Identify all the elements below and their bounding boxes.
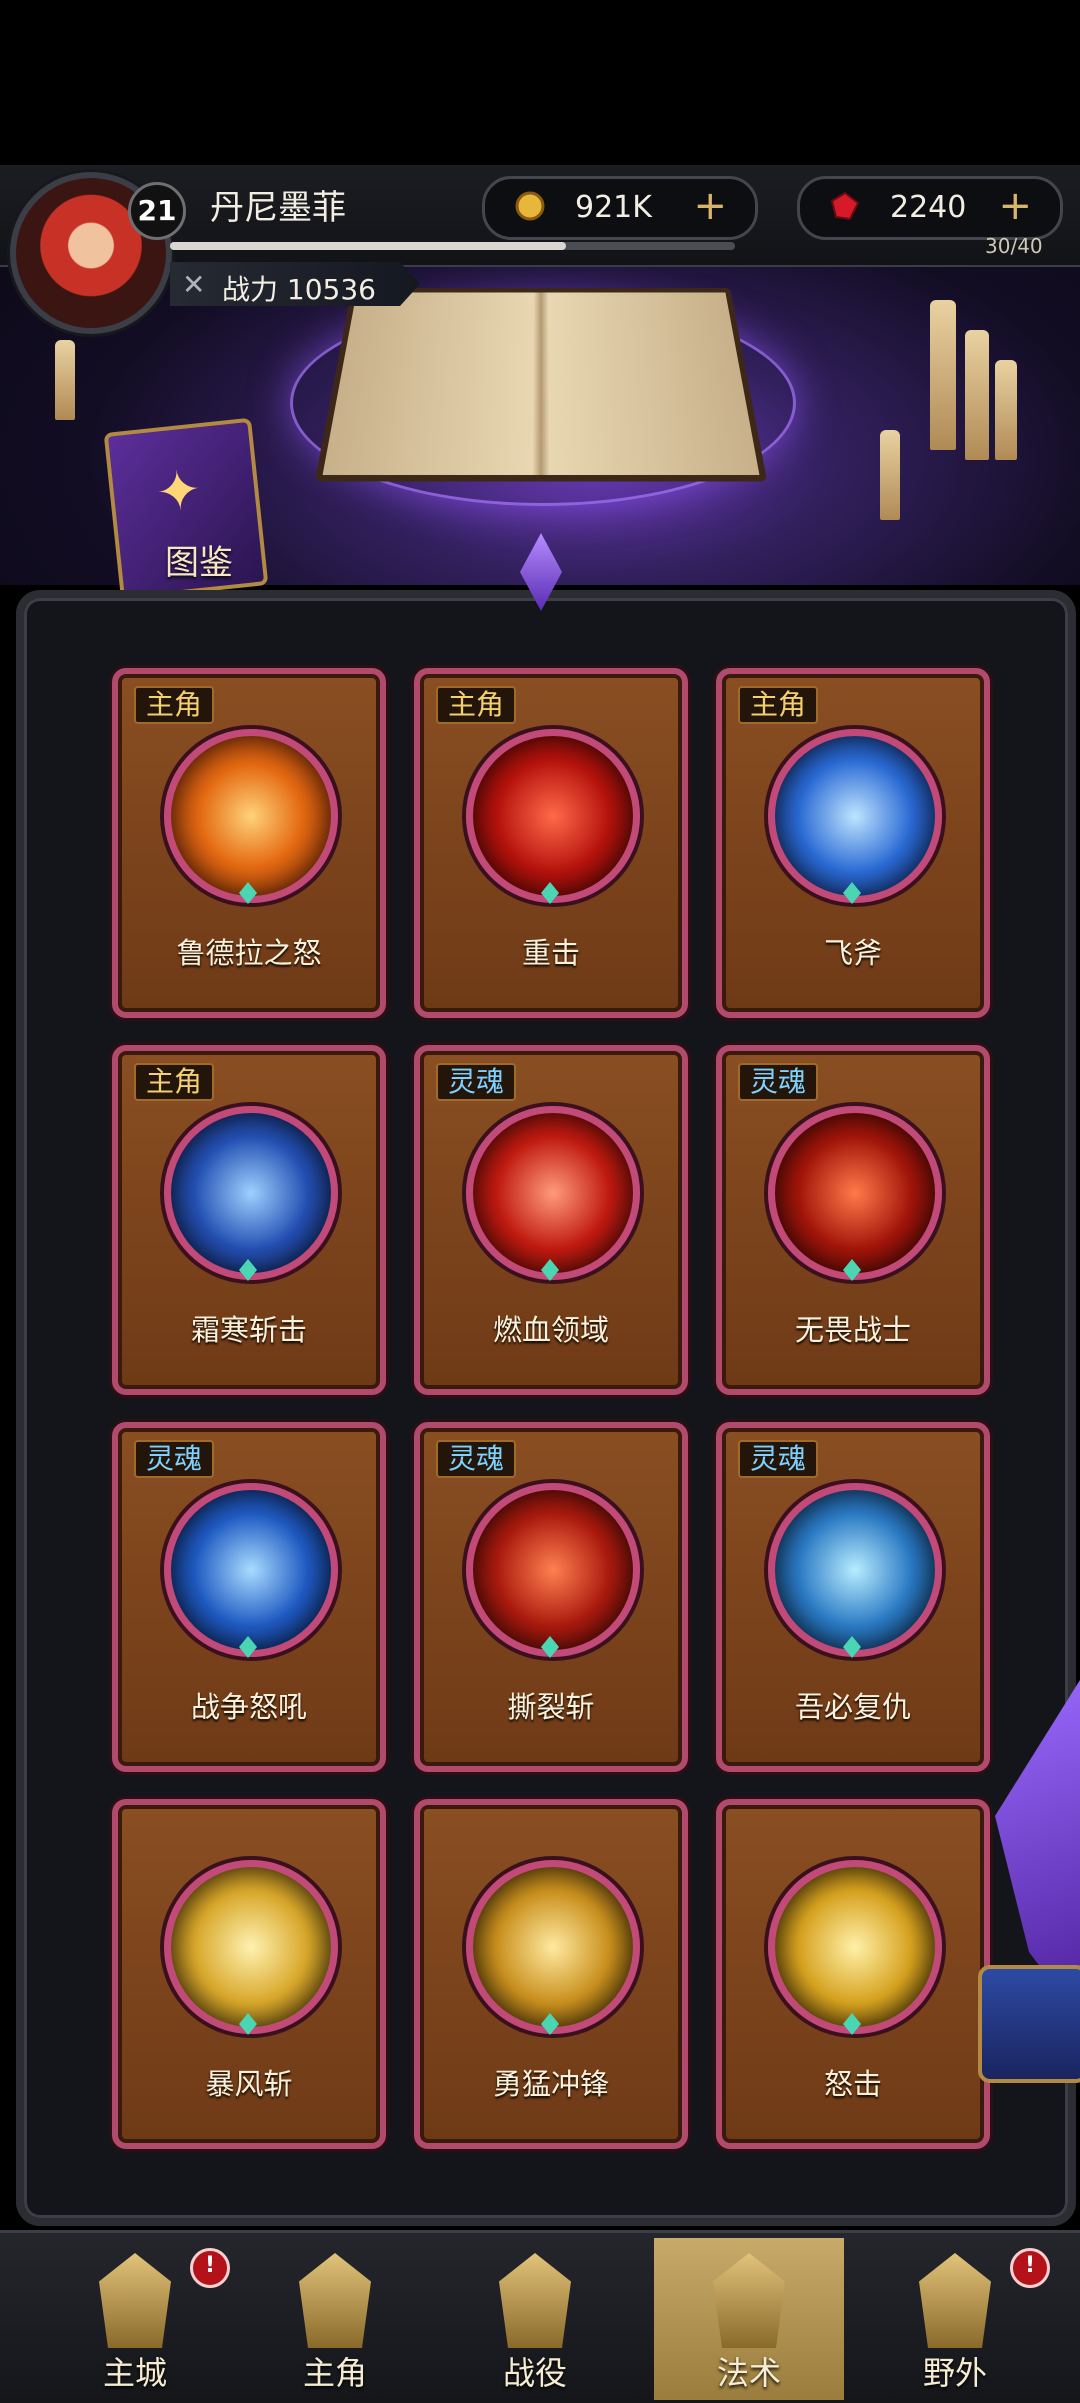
gold-value: 921K: [575, 190, 652, 225]
moon-strike-icon: [768, 1860, 942, 2034]
skill-card[interactable]: 灵魂吾必复仇: [716, 1422, 990, 1772]
charge-icon: [466, 1860, 640, 2034]
candle: [965, 330, 989, 460]
nav-label: 法术: [716, 2354, 781, 2392]
candle: [880, 430, 900, 520]
spell-icon: [713, 2253, 785, 2348]
combat-power-value: 战力 10536: [222, 273, 376, 306]
spellbook-illustration: [314, 287, 768, 482]
castle-icon: [99, 2253, 171, 2348]
player-level: 21: [128, 182, 186, 240]
skill-card[interactable]: 怒击: [716, 1799, 990, 2149]
red-gem-icon: [830, 191, 860, 221]
roar-icon: [164, 1483, 338, 1657]
combat-power: ✕ 战力 10536: [170, 262, 420, 306]
nav-item-2[interactable]: 战役: [440, 2238, 630, 2400]
notification-badge: !: [1010, 2248, 1050, 2288]
skill-card[interactable]: 暴风斩: [112, 1799, 386, 2149]
skill-name: 吾必复仇: [794, 1690, 911, 1724]
skill-type-tag: 灵魂: [436, 1440, 517, 1478]
candle: [55, 340, 75, 420]
frost-icon: [164, 1106, 338, 1280]
gem-counter: 2240 +: [797, 176, 1063, 240]
skill-card[interactable]: 主角重击: [414, 668, 688, 1018]
gem-value: 2240: [890, 190, 967, 225]
energy-counter: 30/40: [985, 234, 1043, 258]
axe-icon: [768, 729, 942, 903]
nav-item-1[interactable]: 主角: [240, 2238, 430, 2400]
skill-type-tag: 灵魂: [436, 1063, 517, 1101]
blood-fist-icon: [466, 1106, 640, 1280]
nav-label: 主角: [302, 2354, 367, 2392]
skill-name: 勇猛冲锋: [492, 2067, 609, 2101]
skill-name: 鲁德拉之怒: [176, 936, 322, 970]
skill-type-tag: 主角: [436, 686, 517, 724]
add-gem-button[interactable]: +: [998, 183, 1032, 229]
skill-name: 战争怒吼: [190, 1690, 307, 1724]
nav-label: 野外: [922, 2354, 987, 2392]
skill-card[interactable]: 勇猛冲锋: [414, 1799, 688, 2149]
battle-icon: [499, 2253, 571, 2348]
player-name: 丹尼墨菲: [210, 188, 346, 228]
skill-type-tag: 主角: [134, 686, 215, 724]
gold-counter: 921K +: [482, 176, 758, 240]
skill-type-tag: 主角: [134, 1063, 215, 1101]
skill-card[interactable]: 灵魂无畏战士: [716, 1045, 990, 1395]
skill-type-tag: 灵魂: [134, 1440, 215, 1478]
skill-name: 撕裂斩: [507, 1690, 595, 1724]
candle: [995, 360, 1017, 460]
skill-name: 怒击: [823, 2067, 882, 2101]
sword-icon: [768, 1106, 942, 1280]
skill-type-tag: 灵魂: [738, 1063, 819, 1101]
skill-name: 无畏战士: [794, 1313, 911, 1347]
skill-name: 飞斧: [823, 936, 882, 970]
nav-label: 战役: [502, 2354, 567, 2392]
gold-coin-icon: [515, 191, 545, 221]
hero-icon: [299, 2253, 371, 2348]
skill-card[interactable]: 灵魂战争怒吼: [112, 1422, 386, 1772]
eye-icon: [768, 1483, 942, 1657]
skill-card[interactable]: 灵魂撕裂斩: [414, 1422, 688, 1772]
crescent-slash-icon: [466, 1483, 640, 1657]
skill-type-tag: 主角: [738, 686, 819, 724]
skill-grid: 主角 鲁德拉之怒 主角 重击 主角 飞斧 主角 霜寒斩击 灵魂 燃血领域 灵魂 无畏战士 灵魂 战争怒吼灵…: [112, 668, 990, 2149]
xp-fill: [170, 242, 566, 250]
slash-icon: [466, 729, 640, 903]
skill-card[interactable]: 灵魂燃血领域: [414, 1045, 688, 1395]
storm-blade-icon: [164, 1860, 338, 2034]
skill-card[interactable]: 主角霜寒斩击: [112, 1045, 386, 1395]
star-icon: ✦: [152, 457, 205, 525]
skill-type-tag: 灵魂: [738, 1440, 819, 1478]
xp-bar: [170, 242, 735, 250]
add-gold-button[interactable]: +: [693, 183, 727, 229]
skill-name: 重击: [521, 936, 580, 970]
skill-name: 霜寒斩击: [190, 1313, 307, 1347]
notification-badge: !: [190, 2248, 230, 2288]
nav-item-3[interactable]: 法术: [654, 2238, 844, 2400]
status-area: [0, 0, 1080, 165]
nav-label: 主城: [102, 2354, 167, 2392]
inkpot-decoration: [978, 1965, 1080, 2083]
skill-name: 燃血领域: [492, 1313, 609, 1347]
crossed-swords-icon: ✕: [182, 268, 206, 301]
wild-eye-icon: [919, 2253, 991, 2348]
skill-card[interactable]: 主角鲁德拉之怒: [112, 668, 386, 1018]
skill-name: 暴风斩: [205, 2067, 293, 2101]
flame-icon: [164, 729, 338, 903]
atlas-label: 图鉴: [165, 543, 233, 583]
candle: [930, 300, 956, 450]
skill-card[interactable]: 主角飞斧: [716, 668, 990, 1018]
